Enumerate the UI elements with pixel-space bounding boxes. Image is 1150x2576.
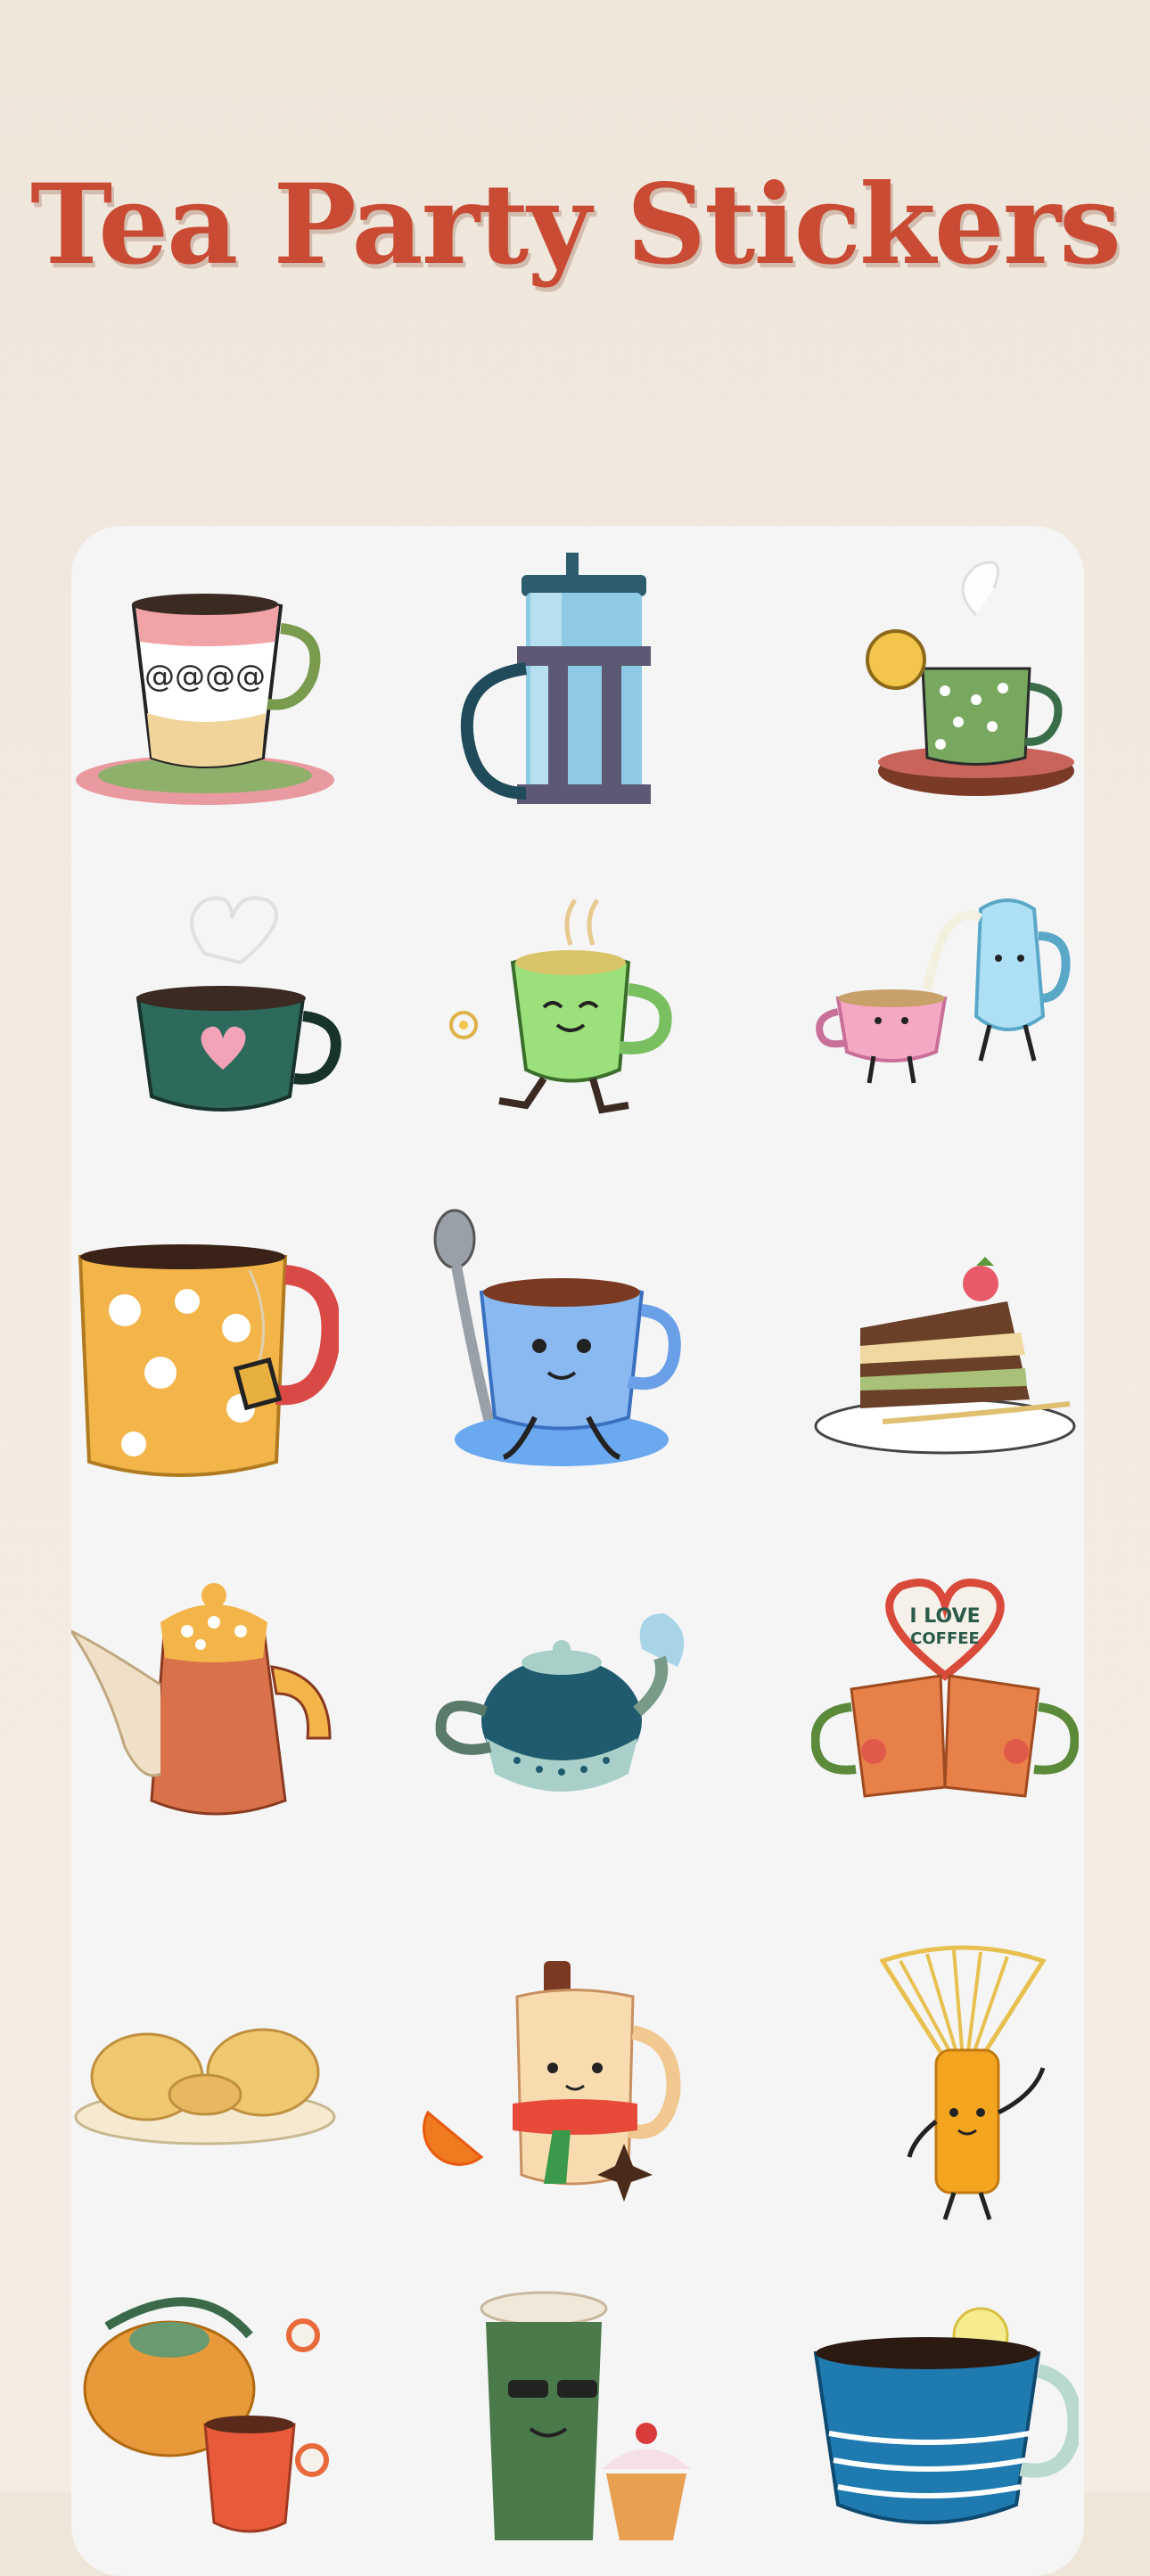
coffee-cup-cupcake-icon[interactable] bbox=[446, 2273, 713, 2558]
page-title: Tea Party Stickers bbox=[30, 160, 1121, 290]
teabag-mug-icon[interactable] bbox=[71, 1221, 339, 1506]
cinnamon-mug-character-icon[interactable] bbox=[419, 1952, 686, 2237]
sticker-grid: @@@@ I LOVE COFFEE bbox=[71, 526, 1084, 2576]
lemon-tea-cup-icon[interactable] bbox=[842, 544, 1110, 829]
kettle-and-cup-icon[interactable] bbox=[71, 2273, 339, 2558]
heart-mug-icon[interactable] bbox=[98, 865, 366, 1150]
i-love-text: I LOVE bbox=[909, 1605, 980, 1628]
i-love-coffee-mugs-icon[interactable]: I LOVE COFFEE bbox=[811, 1569, 1079, 1854]
coffee-pot-icon[interactable] bbox=[71, 1569, 339, 1854]
teapot-icon[interactable] bbox=[428, 1578, 695, 1863]
matcha-whisk-character-icon[interactable] bbox=[829, 1943, 1097, 2228]
french-press-icon[interactable] bbox=[441, 544, 709, 829]
cup-and-milk-jug-icon[interactable] bbox=[811, 874, 1079, 1159]
coffee-text: COFFEE bbox=[910, 1629, 980, 1648]
svg-text:@@@@: @@@@ bbox=[144, 659, 266, 694]
spoon-cup-character-icon[interactable] bbox=[419, 1203, 686, 1489]
cookies-plate-icon[interactable] bbox=[71, 1916, 339, 2202]
lemon-teacup-icon[interactable] bbox=[811, 2273, 1079, 2558]
daisy-cup-character-icon[interactable] bbox=[428, 865, 695, 1150]
cake-slice-icon[interactable] bbox=[811, 1221, 1079, 1506]
floral-teacup-icon[interactable]: @@@@ bbox=[71, 553, 339, 838]
